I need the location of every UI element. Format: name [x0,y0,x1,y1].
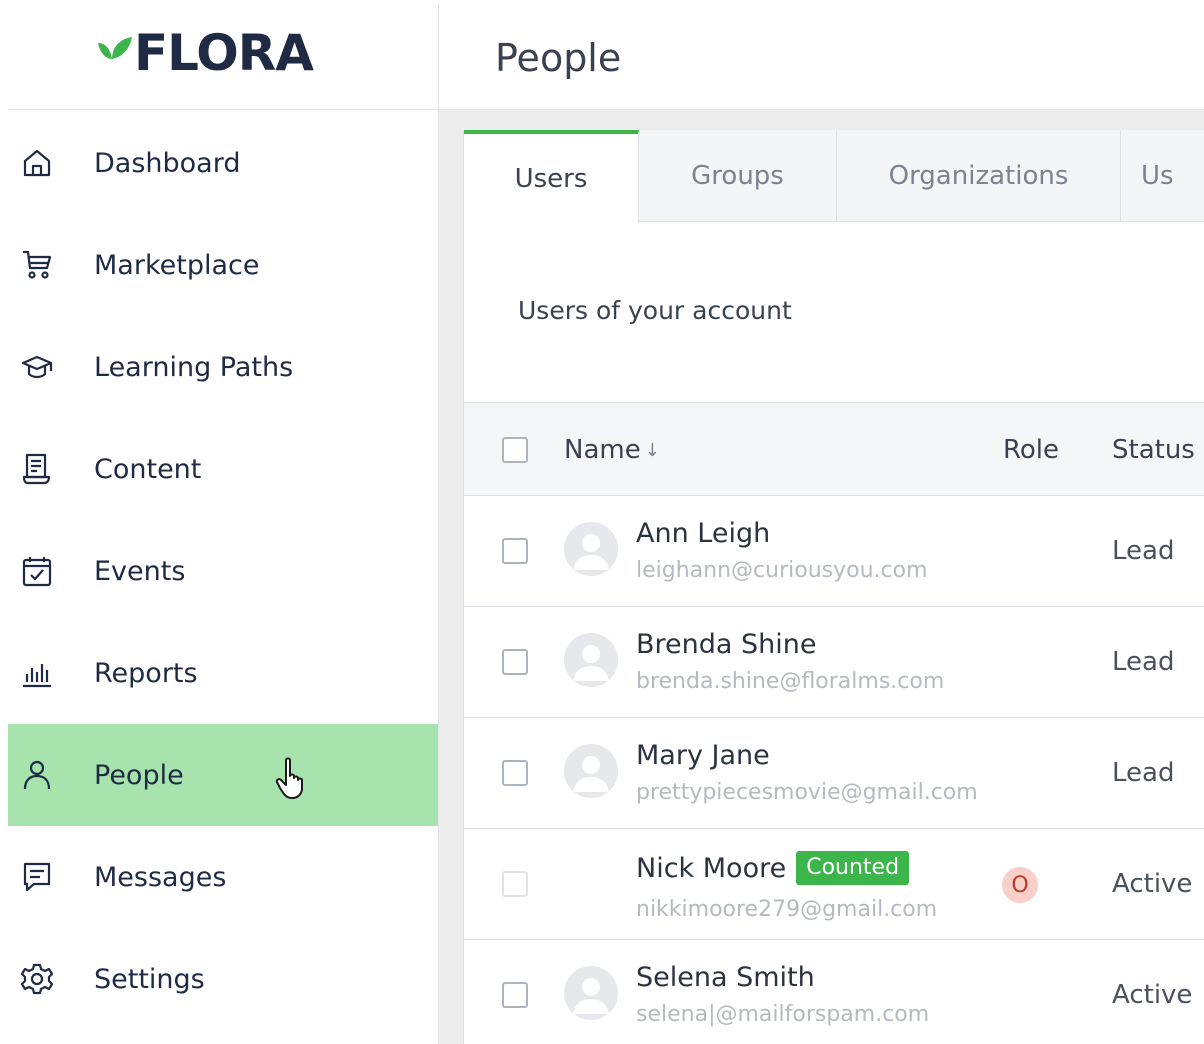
table-row[interactable]: Mary Jane prettypiecesmovie@gmail.com Le… [464,718,1204,829]
sidebar-item-label: Marketplace [94,249,260,281]
user-email: nikkimoore279@gmail.com [636,897,938,922]
user-email: selena|@mailforspam.com [636,1002,930,1027]
user-status: Lead [1112,647,1175,677]
users-table: Name ↓ Role Status Ann Leigh leighann@cu… [464,402,1204,1044]
user-name[interactable]: Mary Jane [636,740,770,771]
page-header: People [439,4,1204,110]
sidebar-item-label: Learning Paths [94,351,294,383]
sidebar-item-messages[interactable]: Messages [8,826,438,928]
document-icon [20,452,54,486]
sidebar-item-label: Events [94,555,186,587]
user-email: prettypiecesmovie@gmail.com [636,780,978,805]
avatar [564,744,618,798]
user-status: Lead [1112,758,1175,788]
select-all-checkbox[interactable] [502,437,528,463]
user-email: brenda.shine@floralms.com [636,669,945,694]
sidebar-nav: Dashboard Marketplace Learning Paths Con… [8,112,438,1030]
logo-area: FLORA [8,4,438,110]
home-icon [20,146,54,180]
people-panel: Users Groups Organizations Us Users of y… [463,130,1204,1044]
table-row[interactable]: Selena Smith selena|@mailforspam.com Act… [464,940,1204,1044]
table-row[interactable]: Nick Moore Counted nikkimoore279@gmail.c… [464,829,1204,940]
sidebar-item-learning-paths[interactable]: Learning Paths [8,316,438,418]
role-badge: O [1002,867,1038,903]
row-checkbox[interactable] [502,649,528,675]
hand-pointer-cursor-icon [275,757,303,799]
user-status: Active [1112,869,1193,899]
sidebar-item-label: Dashboard [94,147,241,179]
user-name[interactable]: Nick Moore Counted [636,851,910,885]
column-header-name[interactable]: Name ↓ [564,403,660,497]
calendar-check-icon [20,554,54,588]
gear-icon [20,962,54,996]
sidebar-item-label: Messages [94,861,227,893]
sidebar-item-label: Settings [94,963,205,995]
column-header-role[interactable]: Role [1003,403,1059,497]
main-content: Users Groups Organizations Us Users of y… [439,110,1204,1044]
table-row[interactable]: Brenda Shine brenda.shine@floralms.com L… [464,607,1204,718]
graduation-cap-icon [20,350,54,384]
counted-badge: Counted [796,851,910,885]
cart-icon [20,248,54,282]
tab-users[interactable]: Users [464,130,639,223]
sidebar-item-label: People [94,759,184,791]
user-status: Lead [1112,536,1175,566]
sort-down-icon[interactable]: ↓ [645,440,660,461]
section-subtitle: Users of your account [518,296,792,325]
logo[interactable]: FLORA [94,24,314,82]
avatar [564,522,618,576]
sidebar-item-marketplace[interactable]: Marketplace [8,214,438,316]
row-checkbox-disabled [502,871,528,897]
column-header-status[interactable]: Status [1112,403,1195,497]
sidebar-item-events[interactable]: Events [8,520,438,622]
user-name[interactable]: Ann Leigh [636,518,770,549]
sidebar: FLORA Dashboard Marketplace Learning Pat… [8,4,439,1044]
user-email: leighann@curiousyou.com [636,558,928,583]
sidebar-item-label: Reports [94,657,198,689]
page-title: People [495,36,622,80]
table-header: Name ↓ Role Status [464,402,1204,496]
sidebar-item-content[interactable]: Content [8,418,438,520]
row-checkbox[interactable] [502,538,528,564]
row-checkbox[interactable] [502,982,528,1008]
leaf-logo-icon [98,37,132,59]
sidebar-item-settings[interactable]: Settings [8,928,438,1030]
person-icon [20,758,54,792]
user-status: Active [1112,980,1193,1010]
row-checkbox[interactable] [502,760,528,786]
sidebar-item-reports[interactable]: Reports [8,622,438,724]
logo-text: FLORA [134,24,314,82]
user-name[interactable]: Selena Smith [636,962,815,993]
tab-us-truncated[interactable]: Us [1121,130,1204,222]
tab-organizations[interactable]: Organizations [837,130,1121,222]
column-header-name-label: Name [564,435,641,465]
message-icon [20,860,54,894]
avatar [564,966,618,1020]
sidebar-item-label: Content [94,453,202,485]
user-name[interactable]: Brenda Shine [636,629,817,660]
bar-chart-icon [20,656,54,690]
tab-groups[interactable]: Groups [639,130,837,222]
sidebar-item-dashboard[interactable]: Dashboard [8,112,438,214]
avatar [564,633,618,687]
table-row[interactable]: Ann Leigh leighann@curiousyou.com Lead [464,496,1204,607]
sidebar-item-people[interactable]: People [8,724,438,826]
tab-bar: Users Groups Organizations Us [464,130,1204,223]
